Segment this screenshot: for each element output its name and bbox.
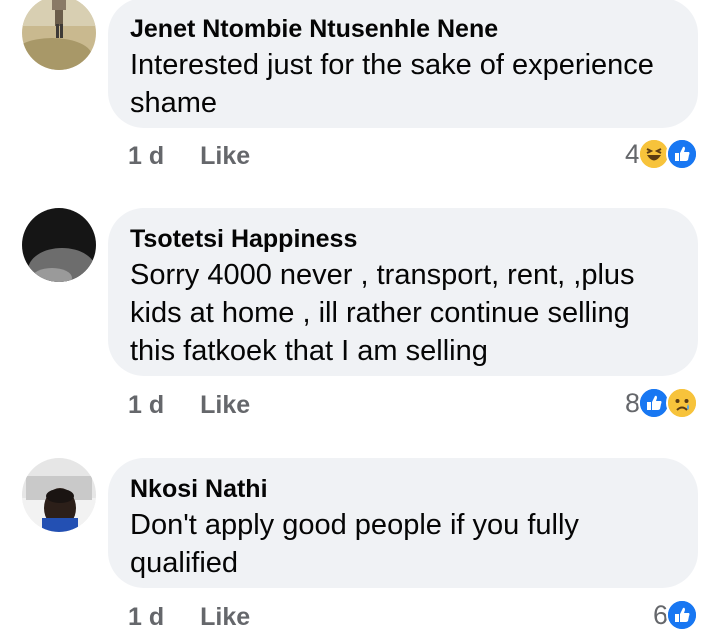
comment-text-line: qualified bbox=[130, 547, 239, 579]
avatar[interactable] bbox=[22, 0, 96, 70]
like-button[interactable]: Like bbox=[200, 142, 250, 171]
author-name[interactable]: Nkosi Nathi bbox=[130, 474, 676, 504]
timestamp[interactable]: 1 d bbox=[128, 603, 164, 632]
comment-meta: 1 d Like bbox=[128, 391, 250, 420]
avatar[interactable] bbox=[22, 458, 96, 532]
comment-text-line: shame bbox=[130, 87, 218, 119]
comment-bubble: Tsotetsi Happiness Sorry 4000 never , tr… bbox=[108, 208, 698, 376]
like-button[interactable]: Like bbox=[200, 391, 250, 420]
comment-meta: 1 d Like bbox=[128, 603, 250, 632]
timestamp[interactable]: 1 d bbox=[128, 391, 164, 420]
comment-text-line: Interested just for the sake of experien… bbox=[130, 49, 654, 81]
sad-icon bbox=[666, 387, 698, 419]
comment-bubble: Jenet Ntombie Ntusenhle Nene Interested … bbox=[108, 0, 698, 128]
comment-text-line: Don't apply good people if you fully bbox=[130, 509, 579, 541]
author-name[interactable]: Tsotetsi Happiness bbox=[130, 224, 676, 254]
comment-meta: 1 d Like bbox=[128, 142, 250, 171]
reaction-summary[interactable]: 6 bbox=[653, 599, 698, 631]
timestamp[interactable]: 1 d bbox=[128, 142, 164, 171]
like-icon bbox=[666, 138, 698, 170]
comment-bubble: Nkosi Nathi Don't apply good people if y… bbox=[108, 458, 698, 588]
like-icon bbox=[666, 599, 698, 631]
comment-text-line: this fatkoek that I am selling bbox=[130, 335, 488, 367]
reaction-summary[interactable]: 8 bbox=[625, 387, 698, 419]
avatar[interactable] bbox=[22, 208, 96, 282]
reaction-summary[interactable]: 4 bbox=[625, 138, 698, 170]
comment-text-line: kids at home , ill rather continue selli… bbox=[130, 297, 630, 329]
like-button[interactable]: Like bbox=[200, 603, 250, 632]
author-name[interactable]: Jenet Ntombie Ntusenhle Nene bbox=[130, 14, 676, 44]
comment-text-line: Sorry 4000 never , transport, rent, ,plu… bbox=[130, 259, 635, 291]
